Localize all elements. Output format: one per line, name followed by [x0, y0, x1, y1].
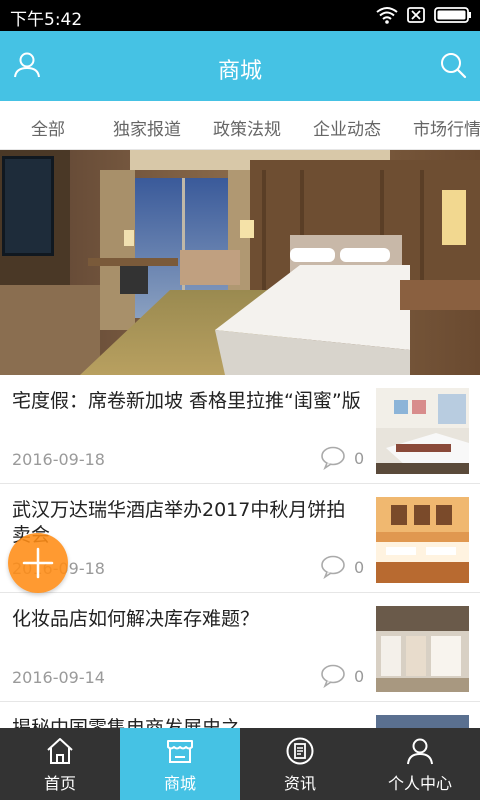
nav-home[interactable]: 首页 [0, 728, 120, 800]
news-item[interactable]: 宅度假：席卷新加坡 香格里拉推“闺蜜”版 2016-09-18 0 [0, 376, 480, 484]
nav-store-label: 商城 [163, 774, 196, 793]
news-date: 2016-09-14 [12, 668, 105, 687]
bottom-nav: 首页 商城 资讯 个人中心 [0, 728, 480, 800]
nav-profile[interactable]: 个人中心 [360, 728, 480, 800]
tab-policy[interactable]: 政策法规 [213, 115, 281, 140]
tab-market[interactable]: 市场行情 [413, 115, 480, 140]
nav-news[interactable]: 资讯 [240, 728, 360, 800]
news-thumbnail[interactable] [376, 497, 469, 583]
add-button[interactable] [8, 533, 68, 593]
news-title[interactable]: 宅度假：席卷新加坡 香格里拉推“闺蜜”版 [12, 389, 362, 414]
news-thumbnail[interactable] [376, 388, 469, 474]
plus-icon [22, 547, 54, 579]
news-item[interactable]: 武汉万达瑞华酒店举办2017中秋月饼拍卖会 2016-09-18 0 [0, 485, 480, 593]
tab-exclusive[interactable]: 独家报道 [113, 115, 181, 140]
nav-news-label: 资讯 [283, 774, 316, 793]
nav-home-label: 首页 [43, 774, 76, 793]
nav-profile-label: 个人中心 [387, 774, 452, 793]
home-icon [47, 738, 73, 764]
comment-count-value: 0 [354, 448, 365, 468]
category-tabs: 全部 独家报道 政策法规 企业动态 市场行情 [0, 101, 480, 150]
no-sim-icon [407, 7, 425, 23]
comment-icon [321, 446, 345, 470]
banner-image[interactable] [0, 150, 480, 375]
comment-count-value: 0 [354, 557, 365, 577]
news-date: 2016-09-18 [12, 450, 105, 469]
battery-icon [434, 7, 471, 23]
status-icons [376, 6, 472, 24]
comment-icon [321, 664, 345, 688]
news-title[interactable]: 化妆品店如何解决库存难题？ [12, 607, 362, 632]
wifi-icon [376, 7, 398, 24]
status-time: 下午5:42 [10, 10, 83, 30]
user-icon [407, 738, 433, 765]
page-title: 商城 [217, 59, 262, 84]
store-icon [167, 740, 193, 763]
news-item[interactable]: 化妆品店如何解决库存难题？ 2016-09-14 0 [0, 594, 480, 702]
comment-count: 0 [320, 664, 364, 688]
comment-count: 0 [320, 555, 364, 579]
status-bar: 下午5:42 [0, 0, 480, 31]
tab-all[interactable]: 全部 [31, 115, 65, 140]
app-header: 商城 [0, 31, 480, 101]
tab-company-news[interactable]: 企业动态 [313, 115, 381, 140]
nav-store[interactable]: 商城 [120, 728, 240, 800]
comment-icon [321, 555, 345, 579]
comment-count: 0 [320, 446, 364, 470]
news-thumbnail[interactable] [376, 606, 469, 692]
search-icon[interactable] [438, 50, 468, 80]
news-icon [286, 737, 314, 765]
comment-count-value: 0 [354, 666, 365, 686]
hotel-room-illustration [0, 150, 480, 375]
